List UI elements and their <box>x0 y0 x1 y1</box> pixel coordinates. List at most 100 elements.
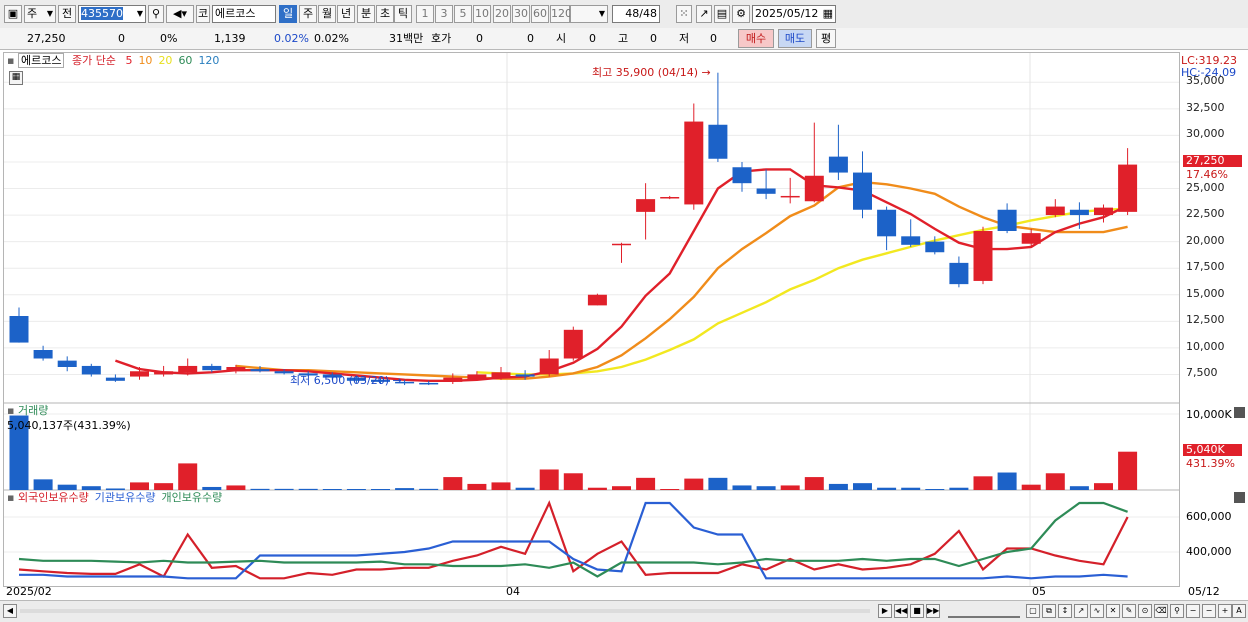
volume-bar <box>684 478 704 490</box>
dropdown-arrow-icon: ▼ <box>598 9 605 18</box>
volume-bar <box>515 487 535 490</box>
all-button[interactable]: 전 <box>58 5 76 23</box>
chart-svg[interactable] <box>4 53 1179 586</box>
period-tab-3[interactable]: 월 <box>318 5 336 23</box>
legend-stock-name[interactable]: 에르코스 <box>17 53 65 68</box>
stop-icon[interactable]: ■ <box>910 604 924 618</box>
exchange-label[interactable]: 코 <box>196 5 210 23</box>
volume-bar <box>154 483 174 490</box>
ma-legend-60: 60 <box>178 54 193 67</box>
candle-body <box>997 209 1017 231</box>
copy-icon[interactable]: ⧉ <box>1042 604 1056 618</box>
candle-body <box>250 369 270 372</box>
candle-body <box>877 209 897 237</box>
date-value: 2025/05/12 <box>755 7 819 20</box>
volume-bar <box>371 489 390 490</box>
holdings-legend-item: 외국인보유수량 <box>17 491 89 504</box>
minute-preset-60[interactable]: 60 <box>531 5 549 23</box>
pencil-icon[interactable]: ✎ <box>1122 604 1136 618</box>
stock-code-input[interactable]: 435570 ▼ <box>78 5 146 23</box>
period-tab-7[interactable]: 틱 <box>394 5 412 23</box>
close-panel-icon[interactable] <box>1234 407 1245 418</box>
minute-preset-30[interactable]: 30 <box>512 5 530 23</box>
minute-preset-3[interactable]: 3 <box>435 5 453 23</box>
minute-preset-1[interactable]: 1 <box>416 5 434 23</box>
volume-value: 1,139 <box>214 32 246 45</box>
candle-body <box>1069 209 1089 216</box>
date-field[interactable]: 2025/05/12 ▦ <box>752 5 836 23</box>
layout-icon[interactable]: ▢ <box>1026 604 1040 618</box>
ma-legend-120: 120 <box>198 54 220 67</box>
bottom-bar: ◀ ▶ ◀◀ ■ ▶▶ ▢ ⧉ ↕ ↗ ∿ ✕ ✎ ⊙ ⌫ ⚲ − − + A <box>0 600 1248 622</box>
horizontal-scrollbar[interactable] <box>20 609 870 613</box>
search-zoom-icon[interactable]: ⚲ <box>1170 604 1184 618</box>
wave-icon[interactable]: ∿ <box>1090 604 1104 618</box>
volume-bar <box>636 477 656 490</box>
candle-body <box>563 329 583 359</box>
sell-button[interactable]: 매도 <box>778 29 812 48</box>
holdings-tick-600k: 600,000 <box>1186 510 1232 523</box>
speaker-icon[interactable]: ◀▾ <box>166 5 194 23</box>
ma-line-ma10 <box>235 180 1128 380</box>
candle-body <box>756 188 776 194</box>
save-icon[interactable]: ▤ <box>714 5 730 23</box>
draw-icon[interactable]: ↗ <box>696 5 712 23</box>
stock-name-field[interactable]: 에르코스 <box>212 5 276 23</box>
chart-area[interactable] <box>3 52 1180 587</box>
zoom-out-icon[interactable]: − <box>1186 604 1200 618</box>
price-tick: 30,000 <box>1186 127 1225 141</box>
buy-button[interactable]: 매수 <box>738 29 774 48</box>
close-panel-icon[interactable] <box>1234 492 1245 503</box>
link-icon[interactable]: ⁙ <box>676 5 692 23</box>
gear-icon[interactable]: ⚙ <box>732 5 750 23</box>
trend-icon[interactable]: ↗ <box>1074 604 1088 618</box>
scroll-left-icon[interactable]: ◀ <box>3 604 17 618</box>
volume-bar <box>997 472 1017 490</box>
indicator-icon[interactable]: ↕ <box>1058 604 1072 618</box>
minute-preset-10[interactable]: 10 <box>473 5 491 23</box>
calculator-icon[interactable]: ▦ <box>9 71 23 85</box>
interval-select[interactable]: ▼ <box>570 5 608 23</box>
period-tab-6[interactable]: 초 <box>376 5 394 23</box>
search-icon[interactable]: ⚲ <box>148 5 164 23</box>
holdings-legend: ▪ 외국인보유수량 기관보유수량 개인보유수량 <box>7 491 228 504</box>
candle-body <box>130 371 149 377</box>
candle-body <box>973 231 993 281</box>
candle-body <box>1118 164 1138 212</box>
period-tab-2[interactable]: 주 <box>299 5 317 23</box>
volume-bar <box>395 488 415 490</box>
text-icon[interactable]: A <box>1232 604 1246 618</box>
minus-icon[interactable]: − <box>1202 604 1216 618</box>
toolbar: ▣ 주 ▼ 전 435570 ▼ ⚲ ◀▾ 코 에르코스 일주월년분초틱 1 3 5 10… <box>0 0 1248 29</box>
open-label: 시 <box>556 32 567 45</box>
window-menu-icon[interactable]: ▣ <box>4 5 22 23</box>
candle-body <box>636 199 656 212</box>
average-button[interactable]: 평 <box>816 29 836 48</box>
page-count: 48/48 <box>612 5 660 23</box>
volume-bar <box>973 476 993 490</box>
minute-preset-5[interactable]: 5 <box>454 5 472 23</box>
volume-bar <box>756 486 776 490</box>
period-tab-5[interactable]: 분 <box>357 5 375 23</box>
zoom-slider[interactable] <box>948 606 1020 618</box>
price-tick: 17,500 <box>1186 260 1225 274</box>
next-icon[interactable]: ▶ <box>878 604 892 618</box>
zoom-in-icon[interactable]: + <box>1218 604 1232 618</box>
minute-preset-120[interactable]: 120 <box>550 5 572 23</box>
minute-preset-20[interactable]: 20 <box>493 5 511 23</box>
fast-forward-icon[interactable]: ▶▶ <box>926 604 940 618</box>
cross-icon[interactable]: ✕ <box>1106 604 1120 618</box>
period-tab-1[interactable]: 일 <box>279 5 297 23</box>
trash-icon[interactable]: ⌫ <box>1154 604 1168 618</box>
candle-body <box>202 365 222 371</box>
market-select[interactable]: 주 ▼ <box>24 5 56 23</box>
ma-legend-10: 10 <box>138 54 153 67</box>
period-tab-4[interactable]: 년 <box>337 5 355 23</box>
volume-bar <box>81 486 101 490</box>
rewind-icon[interactable]: ◀◀ <box>894 604 908 618</box>
lock-icon[interactable]: ⊙ <box>1138 604 1152 618</box>
candle-body <box>612 243 631 246</box>
volume-bar <box>419 488 439 490</box>
volume-bar <box>804 477 824 490</box>
candle-body <box>901 236 921 245</box>
